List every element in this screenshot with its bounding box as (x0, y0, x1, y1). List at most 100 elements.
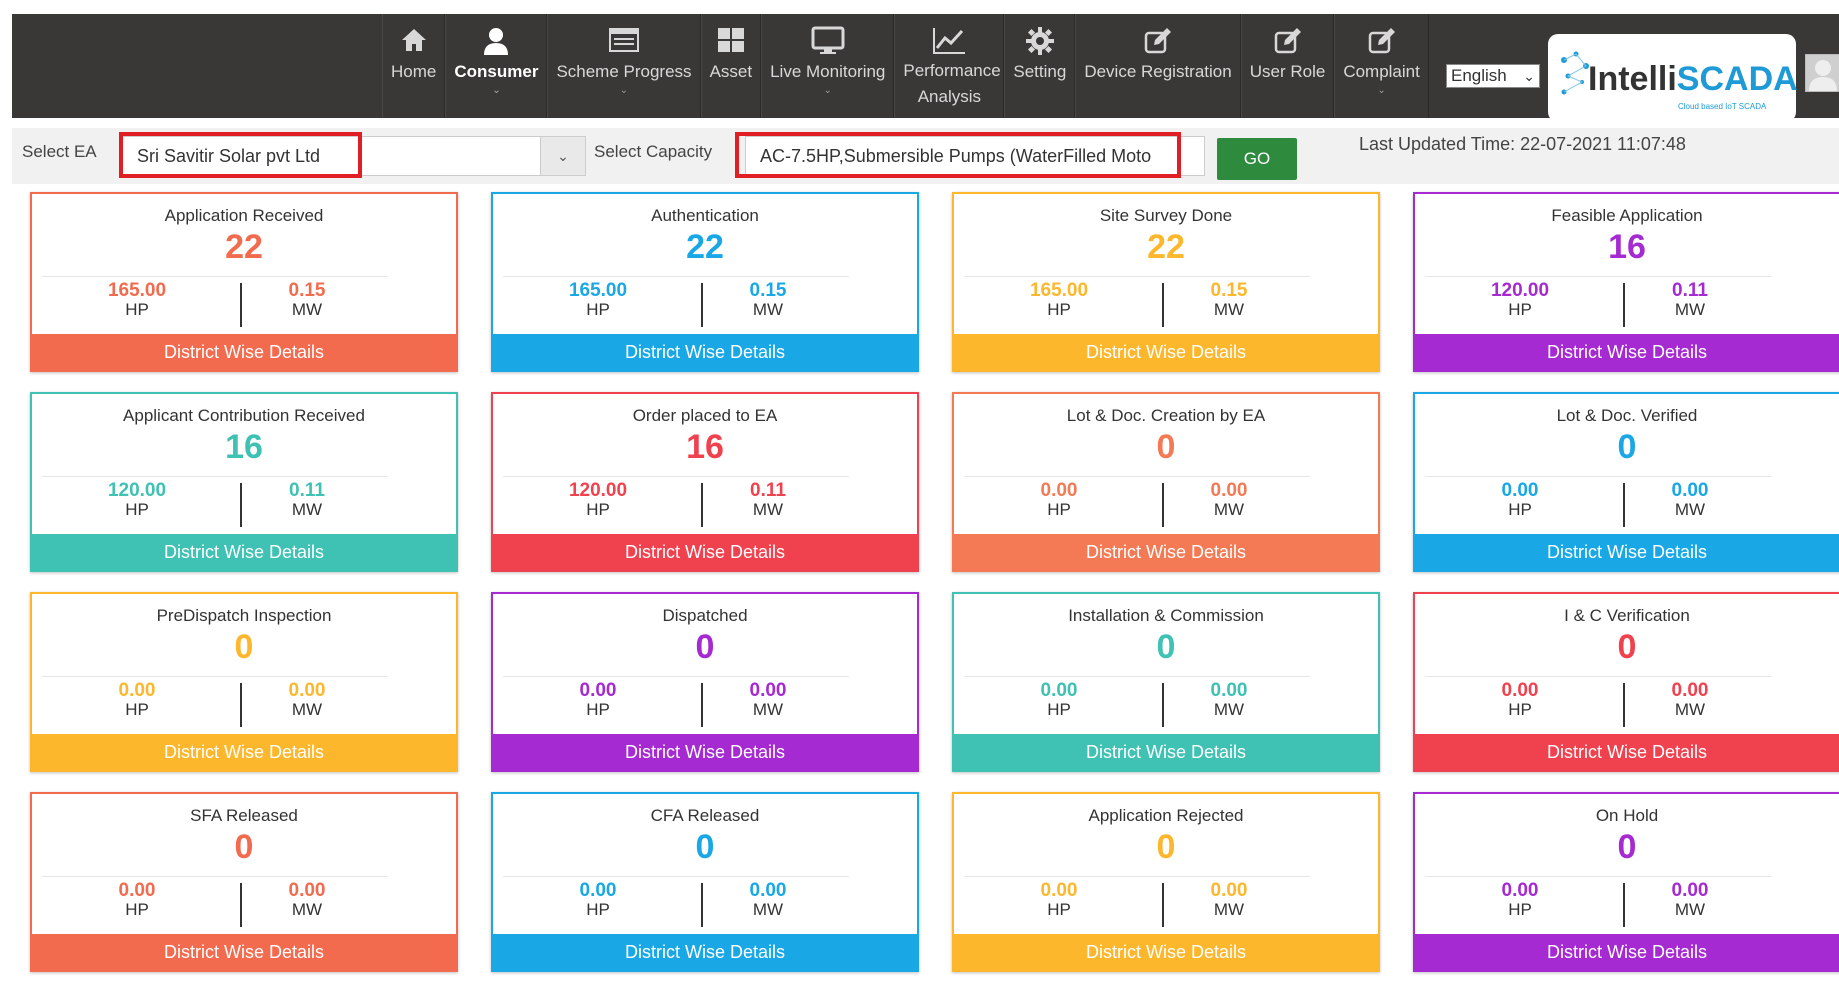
district-wise-details-button[interactable]: District Wise Details (1415, 534, 1839, 570)
district-wise-details-button[interactable]: District Wise Details (1415, 734, 1839, 770)
card-title: Feasible Application (1551, 206, 1703, 225)
mw-value: 0.11 (289, 480, 325, 501)
chevron-down-icon: ⌄ (1377, 85, 1386, 96)
mw-stat: 0.15 MW (693, 281, 843, 319)
card-count: 0 (1156, 428, 1176, 466)
card-count: 22 (225, 228, 263, 266)
mw-stat: 0.00 MW (693, 881, 843, 919)
language-select[interactable]: English ⌄ (1446, 64, 1540, 88)
logo-wordmark: IntelliSCADA (1588, 60, 1798, 99)
mw-unit: MW (291, 900, 323, 919)
card-title: CFA Released (650, 806, 760, 825)
district-wise-details-button[interactable]: District Wise Details (493, 334, 917, 370)
district-wise-details-button[interactable]: District Wise Details (954, 934, 1378, 970)
nav-item-performance-analysis[interactable]: Performance Analysis (894, 14, 1005, 118)
nav-item-complaint[interactable]: Complaint ⌄ (1334, 14, 1429, 118)
district-wise-details-button[interactable]: District Wise Details (32, 734, 456, 770)
hp-value: 0.00 (1501, 880, 1539, 901)
mw-unit: MW (752, 700, 784, 719)
card-title: Application Rejected (1088, 806, 1244, 825)
nav-item-asset[interactable]: Asset (700, 14, 762, 118)
filter-bar: Select EA Sri Savitir Solar pvt Ltd ⌄ Se… (12, 128, 1839, 184)
mw-stat: 0.00 MW (1154, 681, 1304, 719)
mw-unit: MW (1674, 700, 1706, 719)
mw-stat: 0.11 MW (693, 481, 843, 519)
card-title: Installation & Commission (1068, 606, 1264, 625)
avatar[interactable] (1805, 54, 1839, 92)
user-avatar-icon (1809, 60, 1837, 91)
district-wise-details-button[interactable]: District Wise Details (1415, 934, 1839, 970)
hp-unit: HP (1508, 900, 1532, 919)
card-count: 0 (695, 828, 715, 866)
hp-value: 0.00 (579, 680, 617, 701)
capacity-select[interactable]: AC-7.5HP,Submersible Pumps (WaterFilled … (745, 136, 1205, 176)
card-title: Applicant Contribution Received (123, 406, 365, 425)
district-wise-details-button[interactable]: District Wise Details (493, 934, 917, 970)
district-wise-details-button[interactable]: District Wise Details (32, 534, 456, 570)
nav-item-home[interactable]: Home (382, 14, 446, 118)
nav-item-label: Asset (709, 62, 753, 81)
mw-stat: 0.00 MW (1615, 681, 1765, 719)
status-card: Dispatched 0 0.00 HP 0.00 MW District Wise Det… (491, 592, 919, 772)
top-navbar: Home Consumer ⌄ Scheme Progress ⌄ Asset … (12, 14, 1839, 122)
card-title: Dispatched (662, 606, 748, 625)
hp-value: 120.00 (1490, 280, 1550, 301)
capacity-label: Select Capacity (594, 142, 713, 161)
district-wise-details-button[interactable]: District Wise Details (954, 534, 1378, 570)
hp-unit: HP (1047, 300, 1071, 319)
hp-unit: HP (586, 700, 610, 719)
go-button[interactable]: GO (1217, 138, 1297, 180)
mw-value: 0.00 (1671, 480, 1709, 501)
intelliscada-logo: IntelliSCADA Cloud based IoT SCADA (1548, 34, 1798, 122)
status-card: Feasible Application 16 120.00 HP 0.11 MW Dist… (1413, 192, 1839, 372)
nav-item-consumer[interactable]: Consumer ⌄ (445, 14, 548, 118)
district-wise-details-button[interactable]: District Wise Details (1415, 334, 1839, 370)
hp-unit: HP (1508, 500, 1532, 519)
nav-item-scheme-progress[interactable]: Scheme Progress ⌄ (547, 14, 701, 118)
nav-item-live-monitoring[interactable]: Live Monitoring ⌄ (761, 14, 895, 118)
hp-stat: 0.00 HP (62, 681, 212, 719)
nav-item-setting[interactable]: Setting (1004, 14, 1076, 118)
ea-select[interactable]: Sri Savitir Solar pvt Ltd (122, 136, 550, 176)
card-stats: 165.00 HP 0.15 MW (503, 276, 849, 332)
district-wise-details-button[interactable]: District Wise Details (493, 734, 917, 770)
mw-stat: 0.00 MW (1615, 481, 1765, 519)
card-stats: 120.00 HP 0.11 MW (1425, 276, 1771, 332)
hp-stat: 120.00 HP (62, 481, 212, 519)
hp-unit: HP (1047, 700, 1071, 719)
nav-item-user-role[interactable]: User Role (1240, 14, 1335, 118)
mw-value: 0.00 (288, 680, 326, 701)
mw-stat: 0.11 MW (232, 481, 382, 519)
status-card: Applicant Contribution Received 16 120.00 H… (30, 392, 458, 572)
mw-value: 0.00 (749, 880, 787, 901)
nav-item-device-registration[interactable]: Device Registration (1075, 14, 1241, 118)
hp-unit: HP (586, 900, 610, 919)
card-title: SFA Released (190, 806, 298, 825)
district-wise-details-button[interactable]: District Wise Details (32, 334, 456, 370)
status-card: Installation & Commission 0 0.00 HP 0.00 MW Di… (952, 592, 1380, 772)
hp-value: 120.00 (568, 480, 628, 501)
ea-dropdown-button[interactable]: ⌄ (540, 136, 586, 176)
card-stats: 120.00 HP 0.11 MW (42, 476, 388, 532)
hp-value: 0.00 (1501, 680, 1539, 701)
dashboard-page: Home Consumer ⌄ Scheme Progress ⌄ Asset … (0, 0, 1839, 1006)
district-wise-details-button[interactable]: District Wise Details (493, 534, 917, 570)
chevron-down-icon: ⌄ (823, 85, 832, 96)
nav-item-label: Setting (1013, 62, 1067, 81)
hp-stat: 0.00 HP (984, 881, 1134, 919)
nav-menu: Home Consumer ⌄ Scheme Progress ⌄ Asset … (382, 14, 1429, 118)
status-card: SFA Released 0 0.00 HP 0.00 MW District Wise D… (30, 792, 458, 972)
mw-unit: MW (291, 700, 323, 719)
district-wise-details-button[interactable]: District Wise Details (32, 934, 456, 970)
chevron-down-icon: ⌄ (557, 148, 569, 164)
district-wise-details-button[interactable]: District Wise Details (954, 334, 1378, 370)
status-card: Application Received 22 165.00 HP 0.15 MW Dist… (30, 192, 458, 372)
card-title: Authentication (651, 206, 759, 225)
hp-stat: 0.00 HP (1445, 481, 1595, 519)
card-title: Site Survey Done (1099, 206, 1233, 225)
mw-unit: MW (291, 500, 323, 519)
district-wise-details-button[interactable]: District Wise Details (954, 734, 1378, 770)
card-title: On Hold (1595, 806, 1659, 825)
hp-value: 0.00 (1501, 480, 1539, 501)
card-count: 16 (686, 428, 724, 466)
